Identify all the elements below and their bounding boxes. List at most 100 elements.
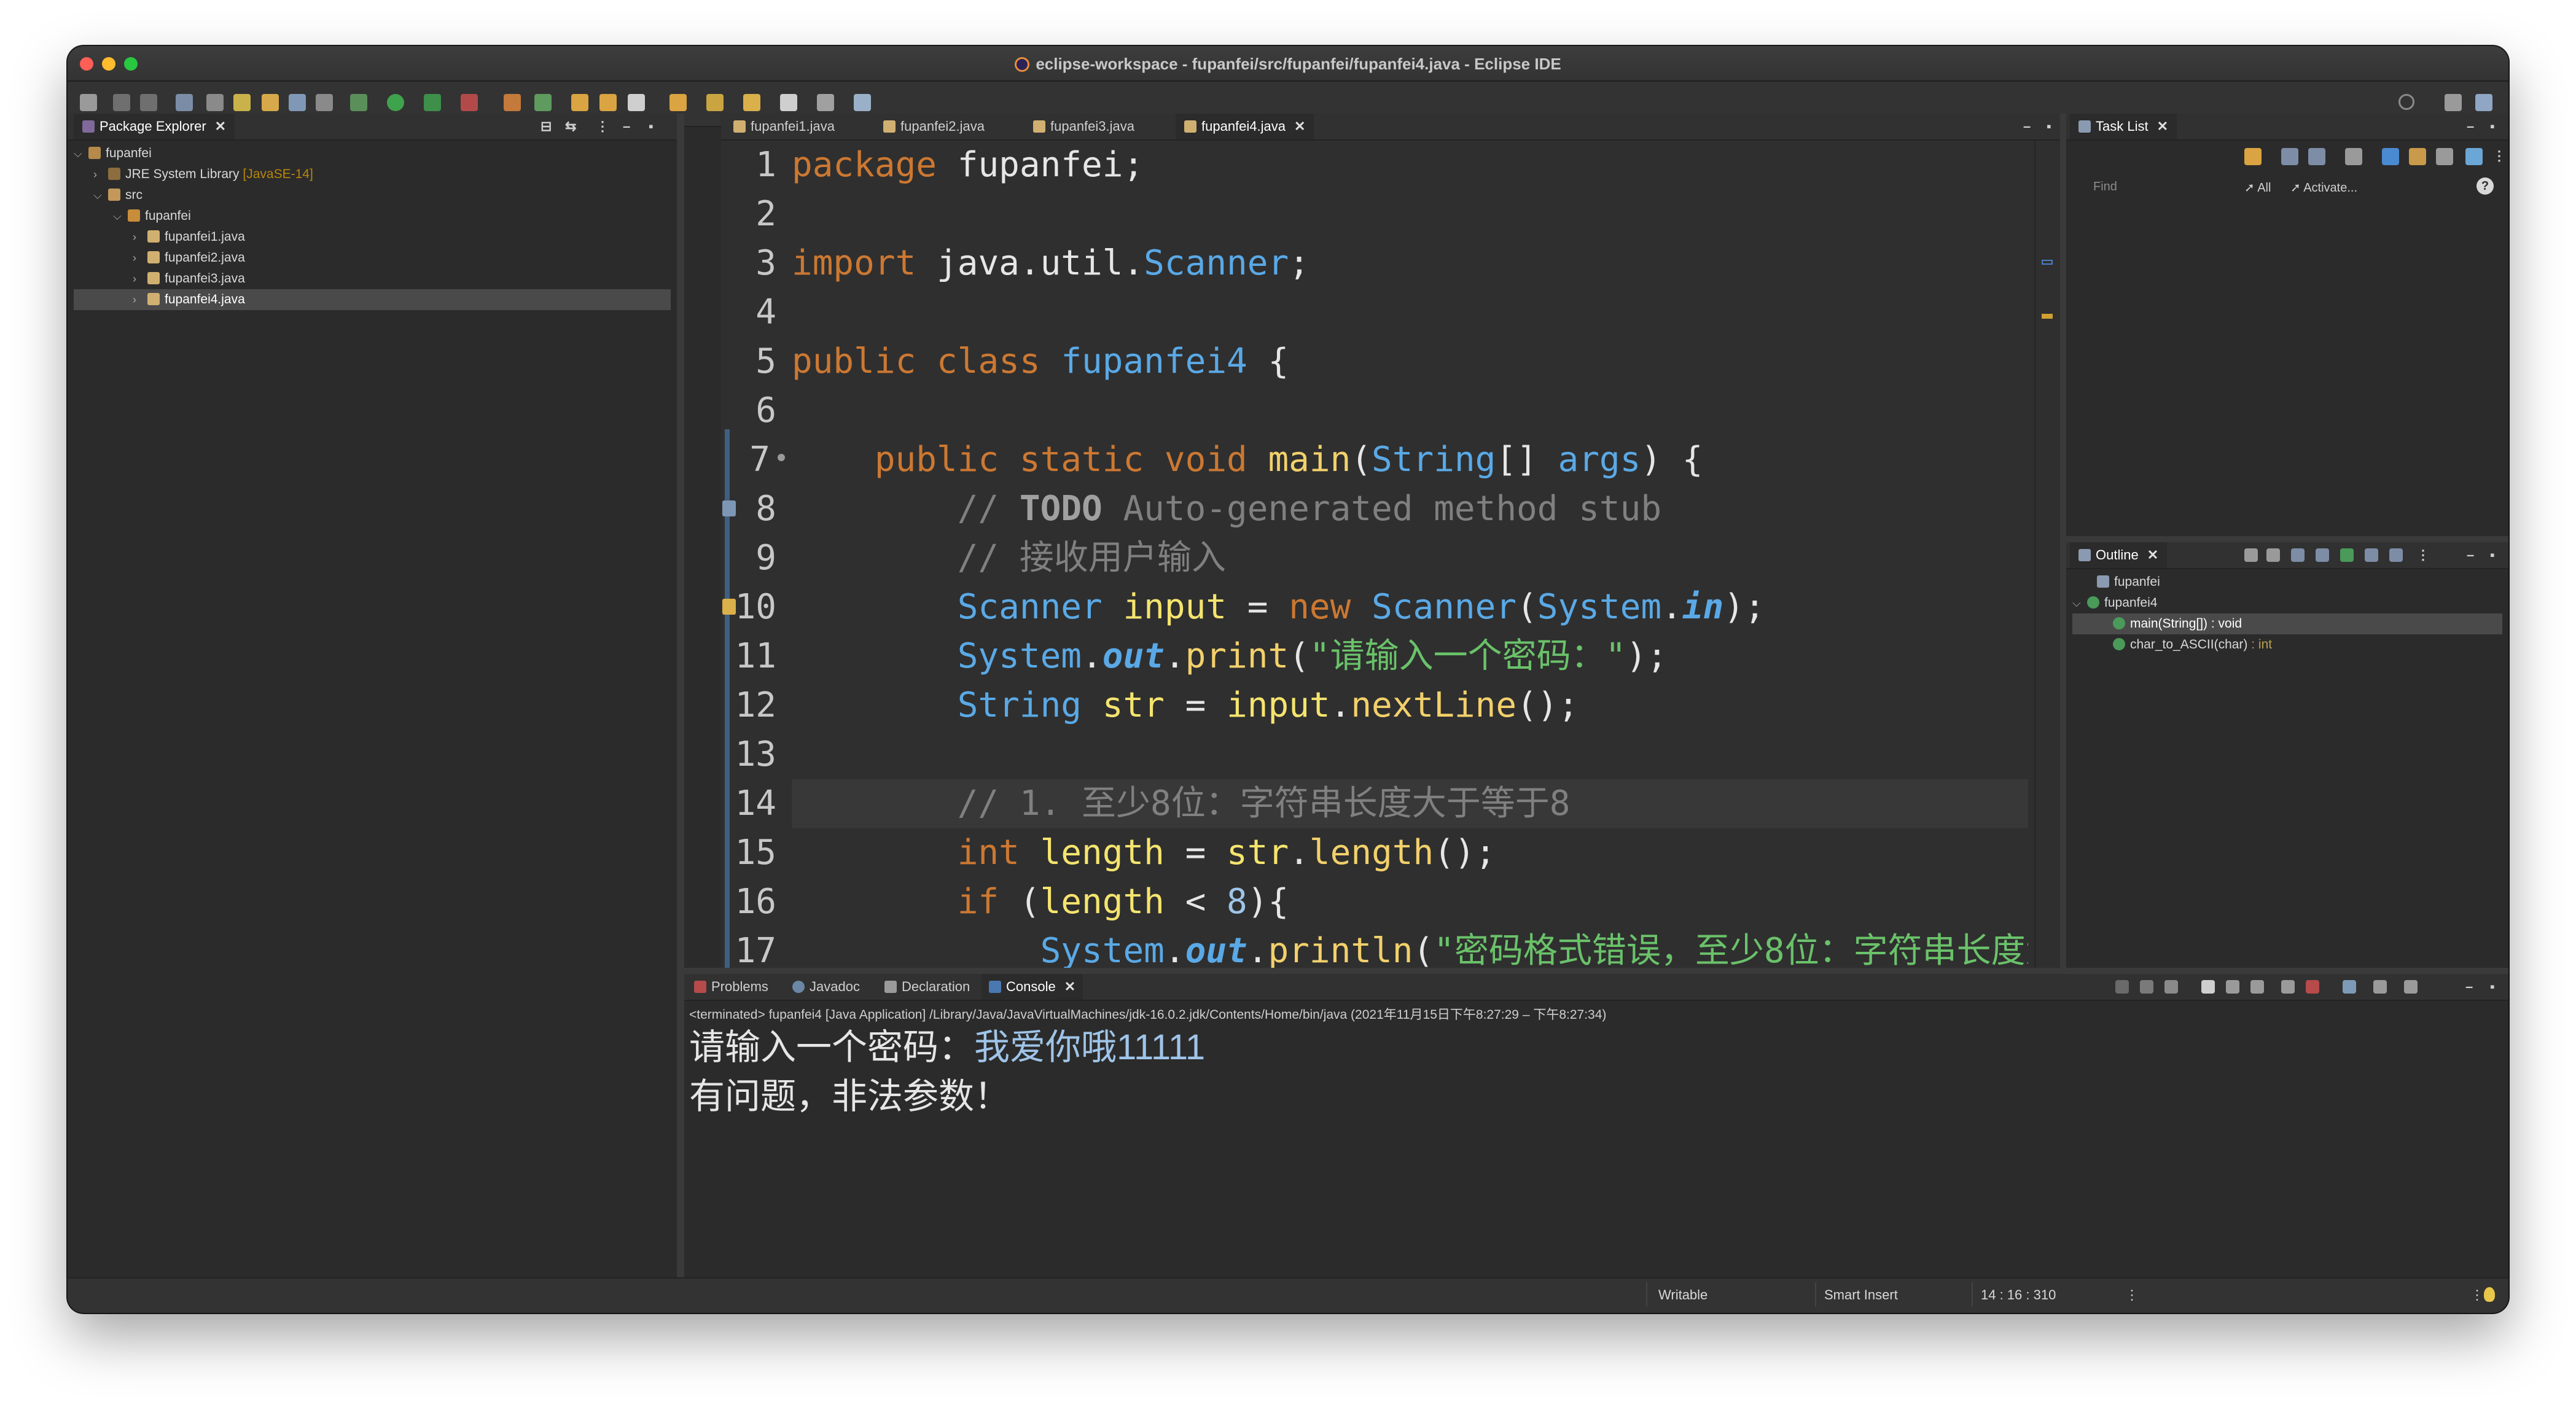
chevron-right-icon[interactable]: ›: [133, 268, 147, 289]
close-icon[interactable]: ✕: [2147, 547, 2158, 562]
open-perspective-icon[interactable]: [2445, 94, 2462, 111]
task-filter-all[interactable]: ➚ All: [2244, 180, 2271, 195]
external-tools-icon[interactable]: [461, 94, 478, 111]
back-icon[interactable]: [743, 94, 760, 111]
close-icon[interactable]: ✕: [1064, 979, 1075, 994]
save-icon[interactable]: [113, 94, 130, 111]
maximize-icon[interactable]: ▪: [2047, 119, 2051, 134]
clear-console-icon[interactable]: [2201, 980, 2215, 994]
open-file-icon[interactable]: [854, 94, 871, 111]
ruler-marker[interactable]: [2042, 314, 2053, 319]
tab-console[interactable]: Console ✕: [982, 974, 1083, 1000]
outline-item-package[interactable]: fupanfei: [2066, 572, 2508, 593]
tab-editor-file[interactable]: fupanfei3.java: [1025, 114, 1143, 139]
close-icon[interactable]: ✕: [1294, 119, 1305, 134]
outline-item-method[interactable]: char_to_ASCII(char) : int: [2066, 634, 2508, 655]
view-menu-icon[interactable]: ⋮: [596, 119, 609, 134]
maximize-icon[interactable]: ▪: [2490, 119, 2495, 134]
display-console-icon[interactable]: [2373, 980, 2387, 994]
scroll-lock-icon[interactable]: [2226, 980, 2239, 994]
chevron-right-icon[interactable]: ›: [133, 227, 147, 247]
open-type-icon[interactable]: [571, 94, 588, 111]
hide-local-types-icon[interactable]: [2365, 548, 2378, 562]
new-icon[interactable]: [80, 94, 97, 111]
tab-editor-file[interactable]: fupanfei1.java: [725, 114, 843, 139]
overview-ruler[interactable]: [2034, 141, 2060, 968]
tree-item[interactable]: ⌵ src: [74, 185, 671, 206]
view-menu-icon[interactable]: ⋮: [2416, 547, 2430, 563]
maximize-icon[interactable]: ▪: [2490, 547, 2495, 563]
pin-icon[interactable]: [706, 94, 724, 111]
open-console-icon[interactable]: [2404, 980, 2418, 994]
sash-right-panels[interactable]: [2066, 536, 2508, 542]
show-whitespace-icon[interactable]: [289, 94, 306, 111]
status-insert-mode[interactable]: Smart Insert: [1824, 1287, 1898, 1303]
remove-all-icon[interactable]: [2164, 980, 2178, 994]
close-icon[interactable]: ✕: [215, 119, 226, 134]
forward-icon[interactable]: [780, 94, 797, 111]
sash-bottom[interactable]: [684, 968, 2508, 974]
pin-console-icon[interactable]: [2343, 980, 2356, 994]
status-menu-icon[interactable]: ⋮: [2470, 1287, 2484, 1303]
collapse-tasks-icon[interactable]: [2436, 148, 2453, 165]
collapse-outline-icon[interactable]: [2244, 548, 2258, 562]
search-icon[interactable]: [2398, 94, 2414, 110]
run-icon[interactable]: [387, 94, 404, 111]
minimize-icon[interactable]: –: [623, 119, 630, 134]
hide-completed-icon[interactable]: [2382, 148, 2399, 165]
highlight-icon[interactable]: [233, 94, 251, 111]
tree-item[interactable]: › JRE System Library [JavaSE-14]: [74, 164, 671, 185]
save-all-icon[interactable]: [140, 94, 157, 111]
outline-item-class[interactable]: ⌵ fupanfei4: [2066, 593, 2508, 613]
view-menu-icon[interactable]: ⋮: [2492, 148, 2506, 164]
build-icon[interactable]: [176, 94, 193, 111]
outline-item-method-selected[interactable]: main(String[]) : void: [2072, 613, 2502, 634]
chevron-down-icon[interactable]: ⌵: [113, 206, 128, 227]
hide-static-icon[interactable]: [2316, 548, 2329, 562]
lightbulb-icon[interactable]: [2484, 1287, 2495, 1302]
tab-javadoc[interactable]: Javadoc: [785, 974, 867, 1000]
tree-item[interactable]: › fupanfei1.java: [74, 227, 671, 247]
show-stderr-icon[interactable]: [2306, 980, 2319, 994]
block-selection-icon[interactable]: [262, 94, 279, 111]
sync-icon[interactable]: [2465, 148, 2483, 165]
tab-problems[interactable]: Problems: [687, 974, 776, 1000]
tab-editor-file[interactable]: fupanfei2.java: [875, 114, 993, 139]
remove-launch-icon[interactable]: [2140, 980, 2153, 994]
tab-editor-file-active[interactable]: fupanfei4.java ✕: [1176, 114, 1314, 139]
minimize-icon[interactable]: –: [2467, 547, 2474, 563]
tree-item-selected[interactable]: › fupanfei4.java: [74, 289, 671, 310]
sash-right[interactable]: [2060, 114, 2066, 968]
show-users-icon[interactable]: [2409, 148, 2426, 165]
tab-task-list[interactable]: Task List ✕: [2070, 114, 2177, 139]
minimize-icon[interactable]: –: [2023, 119, 2031, 134]
chevron-right-icon[interactable]: ›: [93, 164, 108, 185]
tree-item[interactable]: ⌵ fupanfei: [74, 143, 671, 164]
tree-item[interactable]: ⌵ fupanfei: [74, 206, 671, 227]
focus-icon[interactable]: [2345, 148, 2362, 165]
maximize-icon[interactable]: ▪: [2490, 979, 2495, 995]
ruler-marker[interactable]: [2042, 260, 2053, 265]
task-filter-activate[interactable]: ➚ Activate...: [2290, 180, 2357, 195]
tree-item[interactable]: › fupanfei2.java: [74, 247, 671, 268]
pilcrow-icon[interactable]: [316, 94, 333, 111]
tab-package-explorer[interactable]: Package Explorer ✕: [74, 114, 235, 139]
debug-icon[interactable]: [350, 94, 367, 111]
chevron-right-icon[interactable]: ›: [133, 247, 147, 268]
tab-declaration[interactable]: Declaration: [877, 974, 977, 1000]
hide-fields-icon[interactable]: [2291, 548, 2305, 562]
status-menu-icon[interactable]: ⋮: [2125, 1287, 2139, 1303]
sash-left[interactable]: [677, 114, 684, 1279]
annotation-icon[interactable]: [669, 94, 687, 111]
tree-item[interactable]: › fupanfei3.java: [74, 268, 671, 289]
history-icon[interactable]: [817, 94, 834, 111]
chevron-down-icon[interactable]: ⌵: [74, 143, 88, 164]
minimize-icon[interactable]: –: [2465, 979, 2473, 995]
word-wrap-icon[interactable]: [2250, 980, 2264, 994]
help-icon[interactable]: ?: [2476, 177, 2494, 195]
code-area[interactable]: 1 package fupanfei; 2 3 import java.util…: [721, 141, 2028, 968]
java-perspective-icon[interactable]: [2475, 94, 2492, 111]
console-output[interactable]: 请输入一个密码：我爱你哦11111 有问题，非法参数！: [689, 1023, 1205, 1121]
new-task-icon[interactable]: [2244, 148, 2262, 165]
chevron-down-icon[interactable]: ⌵: [93, 185, 108, 206]
